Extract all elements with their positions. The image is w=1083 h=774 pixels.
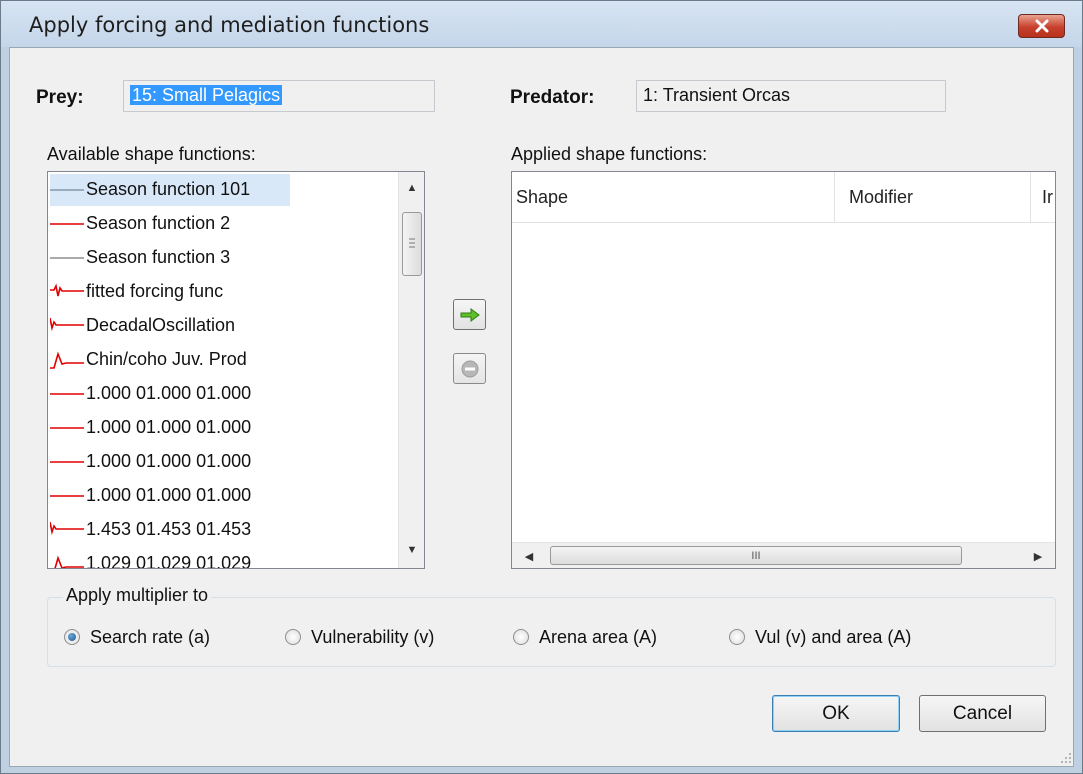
list-item[interactable]: Season function 3 bbox=[50, 242, 290, 274]
radio-label: Vulnerability (v) bbox=[311, 626, 435, 647]
list-item[interactable]: 1.000 01.000 01.000 bbox=[50, 378, 290, 410]
apply-multiplier-title: Apply multiplier to bbox=[63, 585, 212, 606]
resize-grip-icon[interactable] bbox=[1060, 752, 1072, 764]
applied-functions-list[interactable]: Shape Modifier Ir ◀ III ▶ bbox=[511, 171, 1056, 569]
flat-line-icon bbox=[50, 461, 84, 463]
radio-circle-icon bbox=[513, 629, 529, 645]
horizontal-scrollbar[interactable]: ◀ III ▶ bbox=[512, 542, 1055, 568]
radio-arena-area[interactable]: Arena area (A) bbox=[513, 626, 657, 648]
window-title: Apply forcing and mediation functions bbox=[29, 13, 430, 37]
prey-label: Prey: bbox=[36, 87, 84, 108]
list-item-label: fitted forcing func bbox=[86, 281, 224, 301]
list-item-label: 1.000 01.000 01.000 bbox=[86, 417, 252, 437]
flat-line-icon bbox=[50, 427, 84, 429]
column-modifier[interactable]: Modifier bbox=[849, 187, 913, 208]
list-item-label: 1.453 01.453 01.453 bbox=[86, 519, 252, 539]
radio-circle-icon bbox=[729, 629, 745, 645]
green-arrow-right-icon bbox=[460, 307, 480, 322]
flat-line-icon bbox=[50, 223, 84, 225]
list-item-label: Season function 3 bbox=[86, 247, 231, 267]
list-item-label: DecadalOscillation bbox=[86, 315, 236, 335]
grip-icon bbox=[409, 238, 415, 248]
list-item[interactable]: Chin/coho Juv. Prod bbox=[50, 344, 290, 376]
list-item[interactable]: 1.000 01.000 01.000 bbox=[50, 480, 290, 512]
list-item[interactable]: 1.029 01.029 01.029 bbox=[50, 548, 290, 569]
thin-line-icon bbox=[50, 257, 84, 259]
radio-label: Vul (v) and area (A) bbox=[755, 626, 912, 647]
list-item-label: Chin/coho Juv. Prod bbox=[86, 349, 247, 369]
scroll-left-arrow-icon[interactable]: ◀ bbox=[516, 544, 542, 568]
list-item[interactable]: DecadalOscillation bbox=[50, 310, 290, 342]
spike-line-icon bbox=[50, 521, 84, 536]
list-item-label: 1.000 01.000 01.000 bbox=[86, 383, 252, 403]
predator-field[interactable]: 1: Transient Orcas bbox=[636, 80, 946, 112]
prey-field[interactable]: 15: Small Pelagics bbox=[123, 80, 435, 112]
thin-line-icon bbox=[50, 189, 84, 191]
column-divider[interactable] bbox=[834, 172, 835, 222]
radio-circle-icon bbox=[285, 629, 301, 645]
dialog-content: Prey: 15: Small Pelagics Predator: 1: Tr… bbox=[9, 47, 1074, 767]
ok-label: OK bbox=[822, 702, 850, 724]
list-item[interactable]: Season function 101 bbox=[50, 174, 290, 206]
flat-line-icon bbox=[50, 393, 84, 395]
close-button[interactable] bbox=[1018, 14, 1065, 38]
peak-line-icon bbox=[50, 351, 84, 369]
cancel-button[interactable]: Cancel bbox=[919, 695, 1046, 732]
list-item-label: Season function 2 bbox=[86, 213, 231, 233]
cancel-label: Cancel bbox=[952, 702, 1013, 724]
list-item[interactable]: 1.000 01.000 01.000 bbox=[50, 412, 290, 444]
prey-value: 15: Small Pelagics bbox=[130, 85, 283, 105]
close-icon bbox=[1035, 19, 1048, 33]
list-item[interactable]: 1.453 01.453 01.453 bbox=[50, 514, 290, 546]
remove-function-button[interactable] bbox=[453, 353, 486, 384]
scroll-grip-text: III bbox=[751, 549, 761, 562]
spiky-line-icon bbox=[50, 283, 84, 297]
available-functions-label: Available shape functions: bbox=[47, 144, 256, 164]
radio-dot-icon bbox=[68, 633, 76, 641]
list-header: Shape Modifier Ir bbox=[512, 172, 1055, 223]
radio-circle-icon bbox=[64, 629, 80, 645]
vertical-scrollbar[interactable]: ▲ ▼ bbox=[398, 172, 424, 568]
applied-functions-label: Applied shape functions: bbox=[511, 144, 708, 164]
add-function-button[interactable] bbox=[453, 299, 486, 330]
list-item-label: 1.000 01.000 01.000 bbox=[86, 485, 252, 505]
radio-label: Search rate (a) bbox=[90, 626, 211, 647]
list-item[interactable]: Season function 2 bbox=[50, 208, 290, 240]
flat-line-icon bbox=[50, 495, 84, 497]
spike-line-icon bbox=[50, 317, 84, 332]
horizontal-scroll-thumb[interactable]: III bbox=[550, 546, 962, 565]
title-bar[interactable]: Apply forcing and mediation functions bbox=[1, 1, 1082, 47]
radio-vul-and-area[interactable]: Vul (v) and area (A) bbox=[729, 626, 911, 648]
column-shape[interactable]: Shape bbox=[516, 187, 568, 208]
list-item-label: 1.000 01.000 01.000 bbox=[86, 451, 252, 471]
scroll-up-arrow-icon[interactable]: ▲ bbox=[399, 176, 424, 200]
remove-circle-icon bbox=[461, 360, 478, 377]
predator-label: Predator: bbox=[510, 87, 595, 108]
scroll-down-arrow-icon[interactable]: ▼ bbox=[399, 538, 424, 562]
scroll-thumb[interactable] bbox=[402, 212, 422, 276]
column-third[interactable]: Ir bbox=[1042, 187, 1053, 208]
peak-line-icon bbox=[54, 555, 84, 568]
radio-vulnerability[interactable]: Vulnerability (v) bbox=[285, 626, 434, 648]
dialog-window: Apply forcing and mediation functions Pr… bbox=[0, 0, 1083, 774]
available-functions-list[interactable]: Season function 101 Season function 2 Seas… bbox=[47, 171, 425, 569]
column-divider[interactable] bbox=[1030, 172, 1031, 222]
radio-label: Arena area (A) bbox=[539, 626, 658, 647]
list-item[interactable]: fitted forcing func bbox=[50, 276, 290, 308]
apply-multiplier-group: Apply multiplier to Search rate (a) Vuln… bbox=[47, 585, 1056, 667]
list-item-label: Season function 101 bbox=[86, 179, 251, 199]
ok-button[interactable]: OK bbox=[772, 695, 900, 732]
predator-value: 1: Transient Orcas bbox=[643, 85, 791, 105]
radio-search-rate[interactable]: Search rate (a) bbox=[64, 626, 210, 648]
scroll-right-arrow-icon[interactable]: ▶ bbox=[1025, 544, 1051, 568]
list-item[interactable]: 1.000 01.000 01.000 bbox=[50, 446, 290, 478]
list-item-label: 1.029 01.029 01.029 bbox=[86, 553, 252, 569]
